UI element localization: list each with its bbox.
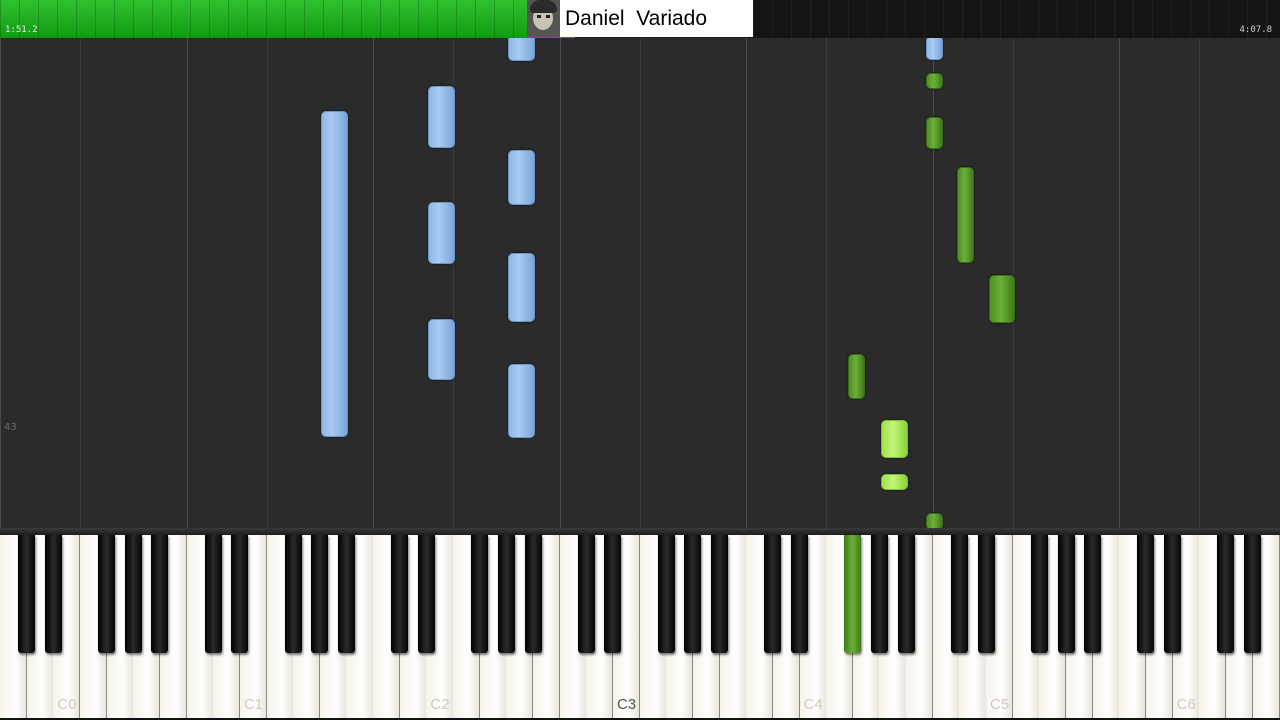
black-key[interactable] <box>1084 535 1102 653</box>
green-note <box>848 354 865 399</box>
piano-keyboard[interactable] <box>0 535 1280 720</box>
octave-label: C0 <box>57 696 77 713</box>
row-marker: 43 <box>4 422 17 433</box>
black-key[interactable] <box>1030 535 1048 653</box>
black-key[interactable] <box>711 535 729 653</box>
grid-line <box>560 38 561 528</box>
grid-line <box>1119 38 1120 528</box>
black-key[interactable] <box>497 535 515 653</box>
black-key[interactable] <box>870 535 888 653</box>
black-key[interactable] <box>577 535 595 653</box>
black-key[interactable] <box>417 535 435 653</box>
channel-banner: Daniel Variado <box>527 0 753 37</box>
grid-line <box>0 38 1 528</box>
octave-label: C2 <box>430 696 450 713</box>
black-key[interactable] <box>1137 535 1155 653</box>
black-key[interactable] <box>98 535 116 653</box>
black-key[interactable] <box>391 535 409 653</box>
black-key[interactable] <box>337 535 355 653</box>
octave-label: C1 <box>243 696 264 713</box>
grid-line <box>746 38 747 528</box>
black-key[interactable] <box>124 535 142 653</box>
total-time: 4:07.8 <box>1239 25 1272 35</box>
black-key[interactable] <box>44 535 62 653</box>
playback-progress-bar[interactable]: 1:51.2 4:07.8 Daniel Variado <box>0 0 1280 38</box>
octave-label: C6 <box>1176 696 1196 713</box>
blue-note <box>428 86 455 148</box>
black-key[interactable] <box>311 535 329 653</box>
green-note <box>989 275 1015 323</box>
black-key[interactable] <box>284 535 302 653</box>
pressed-black-key[interactable] <box>844 535 862 653</box>
black-key[interactable] <box>1057 535 1075 653</box>
grid-line <box>1199 38 1200 528</box>
blue-note <box>428 202 455 264</box>
progress-fill <box>0 0 575 38</box>
green-note <box>926 73 943 89</box>
channel-name: Daniel Variado <box>565 6 708 30</box>
blue-note <box>321 111 348 437</box>
blue-note <box>508 150 535 205</box>
octave-label: C4 <box>803 696 823 713</box>
black-key[interactable] <box>657 535 675 653</box>
green-note <box>957 167 974 263</box>
elapsed-time: 1:51.2 <box>5 25 38 35</box>
blue-note <box>428 319 455 380</box>
blue-note <box>508 253 535 322</box>
grid-line <box>267 38 268 528</box>
lime-note <box>881 420 908 458</box>
black-key[interactable] <box>897 535 915 653</box>
grid-line <box>933 38 934 528</box>
black-key[interactable] <box>151 535 169 653</box>
blue-note <box>926 38 943 60</box>
black-key[interactable] <box>604 535 622 653</box>
black-key[interactable] <box>204 535 222 653</box>
blue-note <box>508 38 535 61</box>
black-key[interactable] <box>977 535 995 653</box>
black-key[interactable] <box>524 535 542 653</box>
black-key[interactable] <box>950 535 968 653</box>
black-key[interactable] <box>764 535 782 653</box>
green-note <box>926 117 943 149</box>
progress-remaining <box>753 0 1280 38</box>
green-note <box>926 513 943 528</box>
grid-line <box>640 38 641 528</box>
black-key[interactable] <box>1244 535 1262 653</box>
black-key[interactable] <box>791 535 808 653</box>
avatar <box>527 0 560 37</box>
black-key[interactable] <box>18 535 36 653</box>
lime-note <box>881 474 908 490</box>
octave-label: C5 <box>990 696 1010 713</box>
grid-line <box>373 38 374 528</box>
black-key[interactable] <box>1217 535 1235 653</box>
black-key[interactable] <box>684 535 702 653</box>
octave-label: C3 <box>616 696 637 713</box>
grid-line <box>187 38 188 528</box>
blue-note <box>508 364 535 438</box>
black-key[interactable] <box>231 535 249 653</box>
grid-line <box>826 38 827 528</box>
black-key[interactable] <box>471 535 489 653</box>
grid-line <box>80 38 81 528</box>
piano-roll: 43 <box>0 38 1280 528</box>
black-key[interactable] <box>1164 535 1182 653</box>
